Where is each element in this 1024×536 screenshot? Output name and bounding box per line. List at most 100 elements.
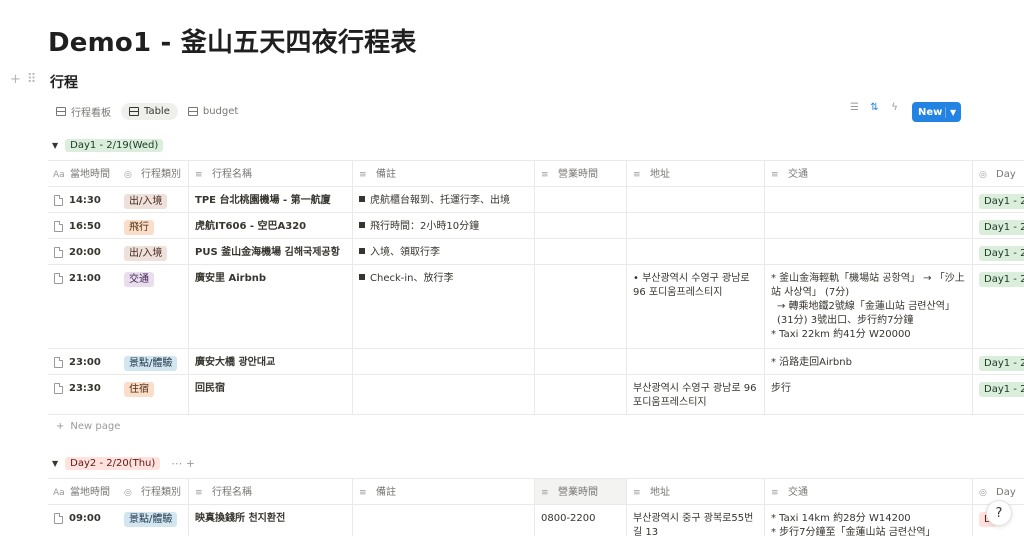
note-cell[interactable] (353, 349, 535, 374)
name-cell[interactable]: PUS 釜山金海機場 김해국제공항 (189, 239, 353, 264)
hours-cell[interactable] (535, 213, 627, 238)
drag-handle-icon[interactable]: ⠿ (27, 72, 37, 87)
name-cell[interactable]: 虎航IT606 - 空巴A320 (189, 213, 353, 238)
address-cell[interactable] (627, 239, 765, 264)
column-header[interactable]: ◎ Day (973, 161, 1024, 186)
day-cell[interactable]: Day1 - 2/ (973, 213, 1024, 238)
note-cell[interactable] (353, 505, 535, 536)
day-cell[interactable]: Day1 - 2/ (973, 265, 1024, 348)
column-header[interactable]: ≡ 行程名稱 (189, 479, 353, 504)
column-header[interactable]: Aa 當地時間 (48, 479, 118, 504)
tab-table-view[interactable]: Table (121, 102, 178, 120)
table-row[interactable]: 23:00 景點/體驗 廣安大橋 광안대교 * 沿路走回Airbnb Day1 … (48, 349, 1024, 375)
column-header[interactable]: ◎ 行程類別 (118, 161, 189, 186)
column-header[interactable]: ≡ 交通 (765, 479, 973, 504)
transport-cell[interactable]: * 沿路走回Airbnb (765, 349, 973, 374)
hours-cell[interactable] (535, 375, 627, 414)
address-cell[interactable]: 부산광역시 수영구 광남로 96 포디움프레스티지 (627, 375, 765, 414)
chevron-down-icon[interactable]: ▼ (946, 108, 956, 117)
page-icon (54, 221, 63, 232)
name-cell[interactable]: 映真換錢所 천지환전 (189, 505, 353, 536)
column-header[interactable]: ≡ 備註 (353, 479, 535, 504)
new-button[interactable]: New ▼ (912, 102, 961, 122)
group-header-day1[interactable]: ▼ Day1 - 2/19(Wed) (52, 137, 164, 153)
new-page-button[interactable]: + New page (56, 421, 120, 432)
transport-cell[interactable]: 步行 (765, 375, 973, 414)
database-title[interactable]: 行程 (50, 72, 78, 92)
block-handle[interactable]: + ⠿ (10, 72, 36, 87)
new-button-label[interactable]: New (912, 106, 946, 118)
note-cell[interactable]: 入境、領取行李 (353, 239, 535, 264)
transport-cell[interactable] (765, 239, 973, 264)
day-cell[interactable]: Day1 - 2/ (973, 349, 1024, 374)
address-cell[interactable] (627, 187, 765, 212)
column-header[interactable]: ≡ 行程名稱 (189, 161, 353, 186)
time-cell[interactable]: 16:50 (48, 213, 118, 238)
filter-icon[interactable]: ☰ (849, 102, 860, 113)
table-row[interactable]: 23:30 住宿 回民宿 부산광역시 수영구 광남로 96 포디움프레스티지 步… (48, 375, 1024, 415)
table-row[interactable]: 16:50 飛行 虎航IT606 - 空巴A320 飛行時間：2小時10分鐘 D… (48, 213, 1024, 239)
column-header[interactable]: ≡ 營業時間 (535, 161, 627, 186)
name-cell[interactable]: 廣安里 Airbnb (189, 265, 353, 348)
column-header[interactable]: Aa 當地時間 (48, 161, 118, 186)
column-header[interactable]: ◎ 行程類別 (118, 479, 189, 504)
sort-icon[interactable]: ⇅ (869, 102, 880, 113)
column-header[interactable]: ≡ 地址 (627, 479, 765, 504)
transport-cell[interactable] (765, 213, 973, 238)
category-cell[interactable]: 住宿 (118, 375, 189, 414)
time-cell[interactable]: 23:30 (48, 375, 118, 414)
name-cell[interactable]: 回民宿 (189, 375, 353, 414)
time-cell[interactable]: 20:00 (48, 239, 118, 264)
day-cell[interactable]: Day1 - 2/ (973, 187, 1024, 212)
category-cell[interactable]: 出/入境 (118, 239, 189, 264)
category-cell[interactable]: 景點/體驗 (118, 349, 189, 374)
transport-cell[interactable]: * Taxi 14km 約28分 W14200 * 步行7分鐘至「金蓮山站 금련… (765, 505, 973, 536)
table-row[interactable]: 14:30 出/入境 TPE 台北桃園機場 - 第一航廈 虎航櫃台報到、托運行李… (48, 187, 1024, 213)
hours-cell[interactable] (535, 187, 627, 212)
column-header[interactable]: ≡ 交通 (765, 161, 973, 186)
address-cell[interactable] (627, 213, 765, 238)
table-row[interactable]: 21:00 交通 廣安里 Airbnb Check-in、放行李 부산광역시 수… (48, 265, 1024, 349)
note-cell[interactable] (353, 375, 535, 414)
add-block-icon[interactable]: + (10, 72, 21, 87)
time-cell[interactable]: 21:00 (48, 265, 118, 348)
transport-cell[interactable]: * 釜山金海輕軌「機場站 공항역」 → 「沙上站 사상역」 (7分) → 轉乘地… (765, 265, 973, 348)
time-cell[interactable]: 23:00 (48, 349, 118, 374)
address-cell[interactable] (627, 349, 765, 374)
name-cell[interactable]: TPE 台北桃園機場 - 第一航廈 (189, 187, 353, 212)
hours-cell[interactable]: 0800-2200 (535, 505, 627, 536)
group-actions[interactable]: ⋯ + (171, 457, 195, 470)
automation-icon[interactable]: ϟ (889, 102, 900, 113)
tab-budget-view[interactable]: budget (180, 103, 246, 120)
transport-cell[interactable] (765, 187, 973, 212)
note-cell[interactable]: 飛行時間：2小時10分鐘 (353, 213, 535, 238)
group-header-day2[interactable]: ▼ Day2 - 2/20(Thu) ⋯ + (52, 455, 195, 471)
table-row[interactable]: 09:00 景點/體驗 映真換錢所 천지환전 0800-2200 부산광역시 중… (48, 505, 1024, 536)
hours-cell[interactable] (535, 239, 627, 264)
help-button[interactable]: ? (986, 500, 1012, 526)
time-cell[interactable]: 14:30 (48, 187, 118, 212)
tab-board-view[interactable]: 行程看板 (48, 101, 119, 122)
column-header[interactable]: ≡ 營業時間 (535, 479, 627, 504)
hours-cell[interactable] (535, 349, 627, 374)
collapse-toggle-icon[interactable]: ▼ (52, 141, 58, 150)
category-cell[interactable]: 景點/體驗 (118, 505, 189, 536)
category-cell[interactable]: 交通 (118, 265, 189, 348)
column-label: 備註 (376, 169, 396, 180)
column-header[interactable]: ≡ 備註 (353, 161, 535, 186)
category-cell[interactable]: 飛行 (118, 213, 189, 238)
note-cell[interactable]: 虎航櫃台報到、托運行李、出境 (353, 187, 535, 212)
address-cell[interactable]: 부산광역시 중구 광복로55번길 13 (627, 505, 765, 536)
note-cell[interactable]: Check-in、放行李 (353, 265, 535, 348)
category-cell[interactable]: 出/入境 (118, 187, 189, 212)
hours-cell[interactable] (535, 265, 627, 348)
collapse-toggle-icon[interactable]: ▼ (52, 459, 58, 468)
column-header[interactable]: ≡ 地址 (627, 161, 765, 186)
table-row[interactable]: 20:00 出/入境 PUS 釜山金海機場 김해국제공항 入境、領取行李 Day… (48, 239, 1024, 265)
day-cell[interactable]: Day1 - 2/ (973, 375, 1024, 414)
day-cell[interactable]: Day1 - 2/ (973, 239, 1024, 264)
time-cell[interactable]: 09:00 (48, 505, 118, 536)
name-cell[interactable]: 廣安大橋 광안대교 (189, 349, 353, 374)
address-cell[interactable]: 부산광역시 수영구 광남로 96 포디움프레스티지 (627, 265, 765, 348)
new-page-label: New page (70, 421, 121, 432)
